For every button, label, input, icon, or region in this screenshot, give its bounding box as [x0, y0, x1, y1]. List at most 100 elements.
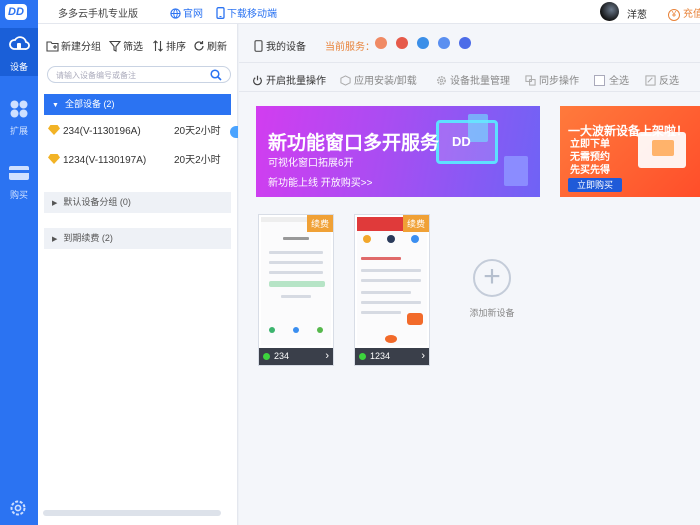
- device-screen-preview[interactable]: [357, 217, 427, 345]
- device-row[interactable]: 234(V-1130196A) 20天2小时: [48, 123, 238, 141]
- top-bar: 多多云手机专业版 官网 下载移动端 洋葱 ¥ 充值: [38, 0, 700, 24]
- my-devices-tab[interactable]: 我的设备: [254, 38, 306, 53]
- mobile-phone-icon: [216, 7, 225, 19]
- package-icon: [340, 75, 351, 86]
- invert-selection-button[interactable]: 反选: [645, 72, 679, 87]
- device-card-id: 1234: [370, 351, 391, 361]
- app-logo: DD: [5, 4, 27, 20]
- filter-button[interactable]: 筛选: [108, 38, 143, 53]
- device-screen-preview[interactable]: [261, 217, 331, 345]
- invert-selection-icon: [645, 75, 656, 86]
- rail-item-purchase[interactable]: 购买: [0, 156, 38, 204]
- main-header: 我的设备 当前服务：: [239, 24, 700, 62]
- invert-selection-label: 反选: [659, 76, 679, 87]
- service-icon[interactable]: [396, 37, 408, 49]
- phone-illustration: [504, 156, 528, 186]
- chevron-right-icon[interactable]: ›: [325, 348, 329, 365]
- device-name: 234(V-1130196A): [63, 126, 141, 137]
- chart-illustration: [652, 140, 674, 156]
- checkbox-icon: [594, 75, 605, 86]
- sync-icon: [525, 75, 536, 86]
- recharge-button[interactable]: ¥ 充值: [668, 5, 700, 21]
- device-remaining-time: 20天2小时: [174, 126, 221, 137]
- globe-icon: [170, 8, 181, 19]
- banner-line: 无需预约: [570, 152, 610, 163]
- plus-circle-icon: +: [473, 259, 511, 297]
- my-devices-label: 我的设备: [266, 42, 306, 53]
- group-expired-renewal[interactable]: ▶ 到期续费 (2): [44, 228, 231, 249]
- buy-now-button[interactable]: 立即购买: [568, 178, 622, 192]
- sync-operation-button[interactable]: 同步操作: [525, 72, 579, 87]
- promo-banner-new-devices[interactable]: 一大波新设备上架啦！ 立即下单 无需预约 先买先得 立即购买: [560, 106, 700, 197]
- user-name[interactable]: 洋葱: [627, 6, 647, 21]
- device-remaining-time: 20天2小时: [174, 155, 221, 166]
- service-icon[interactable]: [375, 37, 387, 49]
- device-card-footer: 1234 ›: [355, 348, 429, 365]
- new-folder-icon: [46, 41, 59, 52]
- purchase-icon: [9, 166, 29, 180]
- rail-item-devices[interactable]: 设备: [0, 28, 38, 76]
- service-icon[interactable]: [438, 37, 450, 49]
- batch-manage-label: 设备批量管理: [450, 76, 510, 87]
- official-site-link[interactable]: 官网: [170, 5, 203, 20]
- group-default-label: 默认设备分组 (0): [63, 197, 131, 207]
- filter-label: 筛选: [123, 42, 143, 53]
- promo-banner-multi-window[interactable]: DD 新功能窗口多开服务 可视化窗口拓展6开 新功能上线 开放购买>>: [256, 106, 540, 197]
- group-default[interactable]: ▶ 默认设备分组 (0): [44, 192, 231, 213]
- filter-funnel-icon: [108, 40, 122, 52]
- caret-right-icon: ▶: [52, 236, 58, 243]
- sort-button[interactable]: 排序: [152, 38, 186, 53]
- device-card[interactable]: 续费 234 ›: [258, 214, 334, 366]
- select-all-label: 全选: [609, 76, 629, 87]
- device-card-footer: 234 ›: [259, 348, 333, 365]
- group-all-devices[interactable]: ▼ 全部设备 (2): [44, 94, 231, 115]
- renew-button[interactable]: 续费: [402, 215, 429, 232]
- select-all-checkbox[interactable]: 全选: [594, 72, 629, 87]
- rail-label-devices: 设备: [9, 62, 28, 72]
- batch-manage-button[interactable]: 设备批量管理: [436, 72, 510, 87]
- download-mobile-link[interactable]: 下载移动端: [216, 5, 277, 20]
- caret-right-icon: ▶: [52, 200, 58, 207]
- device-card[interactable]: 续费 1234 ›: [354, 214, 430, 366]
- user-avatar[interactable]: [600, 2, 619, 21]
- banner-logo: DD: [452, 134, 471, 149]
- banner-subtitle: 可视化窗口拓展6开: [268, 158, 354, 169]
- extensions-icon: [10, 100, 28, 118]
- recharge-label: 充值: [683, 9, 700, 20]
- group-all-label: 全部设备 (2): [64, 99, 115, 109]
- chevron-right-icon[interactable]: ›: [421, 348, 425, 365]
- banner-cta-text: 新功能上线 开放购买>>: [268, 178, 373, 189]
- batch-operation-button[interactable]: 开启批量操作: [252, 72, 326, 87]
- rail-label-purchase: 购买: [9, 190, 28, 200]
- service-icon[interactable]: [417, 37, 429, 49]
- device-name: 1234(V-1130197A): [63, 155, 147, 166]
- device-search-input[interactable]: [56, 69, 206, 81]
- renew-button[interactable]: 续费: [306, 215, 333, 232]
- app-install-button[interactable]: 应用安装/卸载: [340, 72, 417, 87]
- app-install-label: 应用安装/卸载: [354, 76, 417, 87]
- sort-arrows-icon: [153, 40, 163, 52]
- refresh-label: 刷新: [207, 42, 227, 53]
- settings-gear-icon[interactable]: [8, 498, 28, 518]
- refresh-button[interactable]: 刷新: [193, 38, 227, 53]
- horizontal-scrollbar[interactable]: [43, 510, 221, 516]
- phone-illustration: [468, 114, 488, 142]
- banner-line: 先买先得: [570, 165, 610, 176]
- left-rail: DD 设备 扩展 购买: [0, 0, 38, 525]
- gear-icon: [437, 76, 446, 85]
- device-row[interactable]: 1234(V-1130197A) 20天2小时: [48, 152, 238, 170]
- main-area: 我的设备 当前服务： 开启批量操作 应用安装/卸载 设备批量管理 同步操作 全选…: [239, 24, 700, 525]
- banner-title: 一大波新设备上架啦！: [568, 124, 689, 138]
- app-title: 多多云手机专业版: [58, 9, 138, 20]
- operations-toolbar: 开启批量操作 应用安装/卸载 设备批量管理 同步操作 全选 反选: [239, 62, 700, 92]
- service-icon[interactable]: [459, 37, 471, 49]
- banner-title: 新功能窗口多开服务: [268, 133, 440, 154]
- search-icon[interactable]: [210, 69, 222, 81]
- official-site-label: 官网: [183, 9, 203, 20]
- new-group-button[interactable]: 新建分组: [46, 38, 101, 53]
- rail-label-extensions: 扩展: [9, 126, 28, 136]
- rail-item-extensions[interactable]: 扩展: [0, 92, 38, 140]
- yen-coin-icon: ¥: [668, 9, 680, 21]
- diamond-vip-icon: [48, 154, 60, 164]
- add-device-button[interactable]: + 添加新设备: [462, 259, 522, 319]
